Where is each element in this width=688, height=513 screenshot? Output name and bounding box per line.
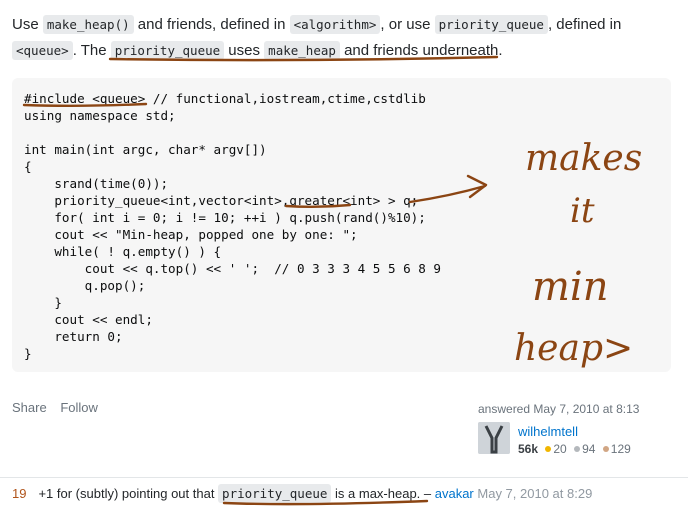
code-text: #include <queue> // functional,iostream,…	[24, 90, 441, 362]
follow-link[interactable]: Follow	[60, 400, 98, 415]
avatar-image-icon	[478, 422, 510, 454]
intro-text: Use	[12, 16, 43, 33]
code-line: for( int i = 0; i != 10; ++i ) q.push(ra…	[24, 210, 426, 225]
intro-text: and friends underneath.	[339, 42, 503, 59]
intro-text: , or use	[380, 16, 435, 33]
code-line: q.pop();	[24, 278, 146, 293]
comment-author-link[interactable]: avakar	[435, 486, 474, 501]
code-line: cout << q.top() << ' '; // 0 3 3 3 4 5 5…	[24, 261, 442, 276]
username-link[interactable]: wilhelmtell	[518, 424, 578, 439]
reputation-score: 56k	[518, 442, 539, 456]
comment-divider	[0, 477, 688, 478]
bronze-badge-icon	[602, 446, 609, 453]
gold-badge-count: 20	[553, 442, 567, 456]
inline-code: <queue>	[12, 41, 73, 60]
comment-text: +1 for (subtly) pointing out that	[38, 486, 219, 501]
code-line: using namespace std;	[24, 108, 176, 123]
intro-text: and friends, defined in	[133, 16, 290, 33]
inline-code: make_heap	[264, 41, 340, 60]
silver-badge-icon	[574, 446, 581, 453]
comment: 19 +1 for (subtly) pointing out that prio…	[12, 484, 593, 503]
code-line: srand(time(0));	[24, 176, 169, 191]
inline-code: make_heap()	[42, 15, 134, 34]
gold-badge-icon	[545, 446, 552, 453]
code-block: #include <queue> // functional,iostream,…	[12, 78, 671, 372]
code-line: return 0;	[24, 329, 123, 344]
reputation-line: 56k 20 94 129	[518, 442, 631, 456]
code-line: priority_queue<int,vector<int>,greater<i…	[24, 193, 419, 208]
share-link[interactable]: Share	[12, 400, 47, 415]
code-line: }	[24, 295, 62, 310]
code-line: while( ! q.empty() ) {	[24, 244, 222, 259]
intro-text: , defined in	[547, 16, 622, 33]
code-line: cout << "Min-heap, popped one by one: ";	[24, 227, 358, 242]
bronze-badge-count: 129	[610, 442, 631, 456]
inline-code: priority_queue	[110, 41, 225, 60]
code-line: {	[24, 159, 32, 174]
answer-intro: Use make_heap() and friends, defined in …	[12, 12, 678, 64]
code-line: }	[24, 346, 32, 361]
answered-timestamp: answered May 7, 2010 at 8:13	[478, 402, 640, 416]
silver-badge-count: 94	[582, 442, 596, 456]
avatar[interactable]	[478, 422, 510, 454]
post-actions: Share Follow	[12, 400, 108, 415]
code-line: cout << endl;	[24, 312, 153, 327]
comment-date: May 7, 2010 at 8:29	[477, 486, 593, 501]
comment-text: is a max-heap. –	[331, 486, 435, 501]
inline-code: <algorithm>	[289, 15, 381, 34]
code-line: #include <queue> // functional,iostream,…	[24, 91, 426, 106]
code-line: int main(int argc, char* argv[])	[24, 142, 267, 157]
inline-code: priority_queue	[218, 484, 332, 503]
user-card: answered May 7, 2010 at 8:13 wilhelmtell…	[478, 402, 678, 456]
intro-text: uses	[224, 42, 265, 59]
comment-score: 19	[12, 486, 27, 501]
inline-code: priority_queue	[434, 15, 548, 34]
intro-text: . The	[72, 42, 111, 59]
